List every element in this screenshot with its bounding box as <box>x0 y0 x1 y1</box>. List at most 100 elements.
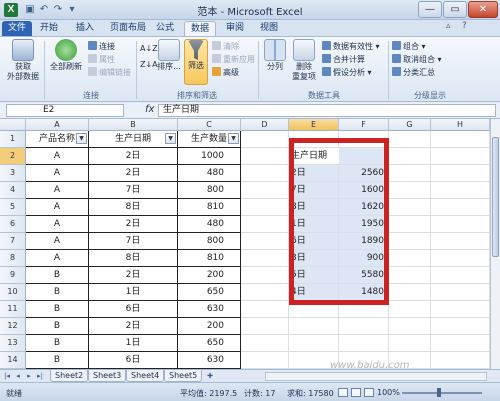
sort-button[interactable]: 排序... <box>156 39 182 72</box>
table-cell[interactable]: 480 <box>178 216 241 233</box>
table-cell[interactable]: 1日 <box>289 216 339 233</box>
column-header[interactable]: E <box>289 119 339 131</box>
table-cell[interactable]: 1890 <box>339 233 389 250</box>
table-cell[interactable]: 1日 <box>89 284 178 301</box>
table-cell[interactable]: 1480 <box>339 284 389 301</box>
table-cell[interactable] <box>289 131 339 148</box>
table-cell[interactable] <box>241 267 289 284</box>
table-cell[interactable]: A <box>26 250 89 267</box>
table-cell[interactable]: 800 <box>178 182 241 199</box>
table-header-cell[interactable]: 产品名称 ▼ <box>26 131 89 148</box>
row-header[interactable]: 7 <box>0 233 26 250</box>
table-cell[interactable] <box>241 131 289 148</box>
table-cell[interactable]: 2日 <box>89 165 178 182</box>
filter-dropdown-icon[interactable]: ▼ <box>228 133 239 144</box>
advanced-filter-button[interactable]: 高级 <box>212 67 239 78</box>
table-cell[interactable] <box>389 148 431 165</box>
column-header[interactable]: A <box>26 119 89 131</box>
table-cell[interactable] <box>431 182 490 199</box>
tab-view[interactable]: 视图 <box>254 21 284 36</box>
row-header[interactable]: 13 <box>0 335 26 352</box>
tab-review[interactable]: 审阅 <box>220 21 250 36</box>
table-cell[interactable]: 2日 <box>89 148 178 165</box>
table-cell[interactable] <box>339 131 389 148</box>
table-cell[interactable]: B <box>26 335 89 352</box>
table-cell[interactable]: B <box>26 318 89 335</box>
table-cell[interactable] <box>241 148 289 165</box>
page-break-view-icon[interactable] <box>364 388 374 397</box>
filter-dropdown-icon[interactable]: ▼ <box>76 133 87 144</box>
table-cell[interactable] <box>389 250 431 267</box>
sort-ascending-button[interactable]: A↓Z <box>140 43 158 54</box>
table-cell[interactable]: 5580 <box>339 267 389 284</box>
table-cell[interactable] <box>241 233 289 250</box>
first-sheet-arrow-icon[interactable]: |◂ <box>2 371 12 381</box>
table-cell[interactable] <box>241 216 289 233</box>
table-cell[interactable]: A <box>26 182 89 199</box>
table-cell[interactable]: A <box>26 165 89 182</box>
table-cell[interactable] <box>241 352 289 369</box>
zoom-slider[interactable] <box>402 392 482 394</box>
table-cell[interactable] <box>389 199 431 216</box>
table-cell[interactable] <box>339 318 389 335</box>
tab-insert[interactable]: 插入 <box>70 21 100 36</box>
sheet-tab[interactable]: Sheet5 <box>164 370 203 382</box>
table-cell[interactable] <box>389 165 431 182</box>
table-cell[interactable]: 7日 <box>289 182 339 199</box>
formula-input[interactable]: 生产日期 <box>158 104 496 117</box>
reapply-button[interactable]: 重新应用 <box>212 54 255 65</box>
table-cell[interactable] <box>241 284 289 301</box>
table-cell[interactable] <box>339 301 389 318</box>
consolidate-button[interactable]: 合并计算 <box>322 54 365 65</box>
table-cell[interactable] <box>389 284 431 301</box>
table-cell[interactable]: 6日 <box>89 352 178 369</box>
zoom-level[interactable]: 100% <box>377 388 400 397</box>
table-cell[interactable]: 4日 <box>289 284 339 301</box>
customize-toolbar-icon[interactable]: ▾ <box>66 3 78 16</box>
table-cell[interactable]: 6日 <box>289 233 339 250</box>
row-header[interactable]: 8 <box>0 250 26 267</box>
horizontal-scrollbar[interactable] <box>265 372 487 381</box>
table-cell[interactable]: 8日 <box>289 199 339 216</box>
table-cell[interactable] <box>289 318 339 335</box>
table-cell[interactable] <box>389 301 431 318</box>
column-header[interactable]: G <box>389 119 431 131</box>
table-cell[interactable]: 5日 <box>289 267 339 284</box>
ungroup-button[interactable]: 取消组合 ▾ <box>392 54 442 65</box>
prev-sheet-arrow-icon[interactable]: ◂ <box>13 371 23 381</box>
get-external-data-button[interactable]: 获取 外部数据 <box>6 39 40 82</box>
table-cell[interactable] <box>431 284 490 301</box>
table-cell[interactable]: 800 <box>178 233 241 250</box>
row-header[interactable]: 3 <box>0 165 26 182</box>
group-button[interactable]: 组合 ▾ <box>392 41 426 52</box>
edit-links-button[interactable]: 编辑链接 <box>88 67 131 78</box>
row-header[interactable]: 5 <box>0 199 26 216</box>
select-all-corner[interactable] <box>0 119 26 131</box>
row-header[interactable]: 11 <box>0 301 26 318</box>
filter-button[interactable]: 筛选 <box>184 39 208 85</box>
table-cell[interactable] <box>431 352 490 369</box>
column-header[interactable]: D <box>241 119 289 131</box>
table-cell[interactable] <box>339 335 389 352</box>
table-cell[interactable]: 1600 <box>339 182 389 199</box>
sheet-tab[interactable]: Sheet3 <box>88 370 127 382</box>
worksheet-grid[interactable]: A B C D E F G H 1 产品名称 ▼ 生产日期 ▼ 生产数量 ▼ 2 A 2日 1000 生产日期 3 A 2日… <box>0 119 490 380</box>
table-cell[interactable] <box>241 318 289 335</box>
normal-view-icon[interactable] <box>338 388 348 397</box>
table-cell[interactable]: A <box>26 199 89 216</box>
insert-function-icon[interactable]: fx <box>145 104 154 115</box>
table-cell[interactable] <box>431 216 490 233</box>
table-cell[interactable]: A <box>26 216 89 233</box>
row-header[interactable]: 10 <box>0 284 26 301</box>
table-cell[interactable]: 2日 <box>89 318 178 335</box>
row-header[interactable]: 1 <box>0 131 26 148</box>
table-cell[interactable] <box>241 199 289 216</box>
table-cell[interactable]: 7日 <box>89 233 178 250</box>
close-button[interactable]: ✕ <box>468 1 498 18</box>
table-cell[interactable]: 2日 <box>89 216 178 233</box>
table-cell[interactable]: 3日 <box>289 250 339 267</box>
tab-page-layout[interactable]: 页面布局 <box>104 21 152 36</box>
ribbon-collapse-icon[interactable]: ▵ <box>446 21 451 31</box>
table-cell[interactable] <box>241 250 289 267</box>
table-cell[interactable] <box>431 148 490 165</box>
